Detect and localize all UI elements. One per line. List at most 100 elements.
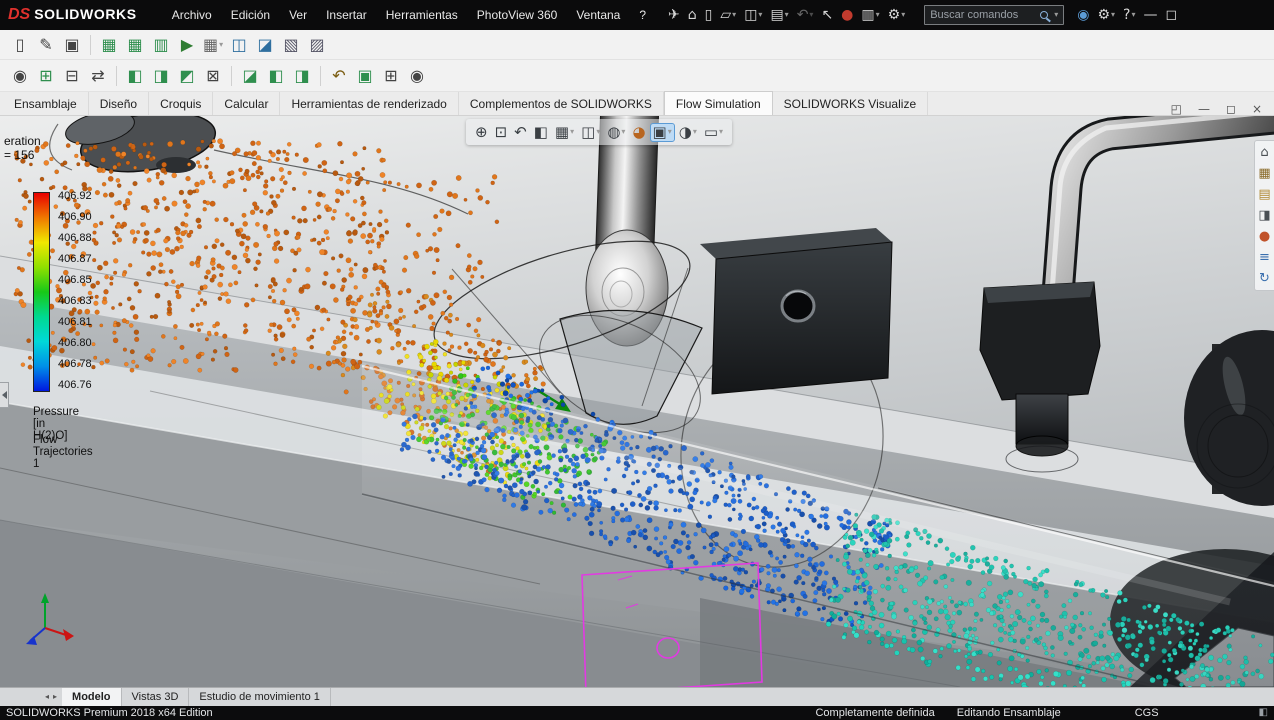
open-document-icon[interactable]: ▱ ▾ — [717, 6, 739, 24]
menu-photoview-360[interactable]: PhotoView 360 — [468, 4, 567, 26]
command-search[interactable]: Buscar comandos ▾ — [924, 5, 1065, 25]
task-home-icon[interactable]: ⌂ — [1260, 146, 1268, 159]
component-control-icon[interactable]: ◨ — [289, 63, 315, 88]
tab-calcular[interactable]: Calcular — [213, 92, 281, 115]
new-document-icon[interactable]: ▯ — [7, 32, 33, 57]
units-label[interactable]: CGS — [1135, 707, 1159, 719]
help-icon[interactable]: ? ▾ — [1120, 6, 1138, 24]
xy-plot-icon[interactable]: ▧ — [278, 32, 304, 57]
menu-herramientas[interactable]: Herramientas — [377, 4, 467, 26]
edit-appearance-icon[interactable]: ◕ — [630, 124, 647, 141]
tab-scroll-arrows[interactable]: ◂ ▸ — [40, 688, 62, 706]
select-icon[interactable]: ↖ — [818, 6, 836, 24]
run-solver-icon[interactable]: ▶ — [174, 32, 200, 57]
home-icon[interactable]: ⌂ — [685, 6, 700, 24]
tab-complementos-de-solidworks[interactable]: Complementos de SOLIDWORKS — [458, 92, 664, 115]
hide-show-items-icon[interactable]: ◍ ▾ — [605, 124, 627, 141]
flow-trajectories-icon[interactable]: ◪ — [252, 32, 278, 57]
file-explorer-icon[interactable]: ▤ — [1258, 188, 1270, 201]
previous-view-icon[interactable]: ↶ — [512, 124, 529, 141]
goals-icon[interactable]: ◪ — [237, 63, 263, 88]
display-settings-icon[interactable]: ▥ ▾ — [858, 6, 882, 24]
report-icon[interactable]: ▨ — [304, 32, 330, 57]
edit-sketch-icon[interactable]: ✎ — [33, 32, 59, 57]
menu-insertar[interactable]: Insertar — [317, 4, 376, 26]
standard-toolbar: ▯ ✎ ▣ ▦ ▦ ▥ ▶ ▦ ▾ ◫ ◪ ▧ ▨ — [0, 30, 1274, 60]
options-gear-icon[interactable]: ⚙ ▾ — [885, 6, 909, 24]
heat-source-icon[interactable]: ◩ — [174, 63, 200, 88]
surface-parameters-icon[interactable]: ▥ — [148, 32, 174, 57]
clone-project-icon[interactable]: ⊟ — [59, 63, 85, 88]
fan-condition-icon[interactable]: ◨ — [148, 63, 174, 88]
copy-icon[interactable]: ▣ — [59, 32, 85, 57]
collapse-panel-arrow-icon[interactable] — [0, 382, 9, 408]
print-icon[interactable]: ▤ ▾ — [767, 6, 791, 24]
main-menu: Archivo Edición Ver Insertar Herramientas Pho… — [163, 4, 655, 26]
display-monitor-icon[interactable]: ▭ ▾ — [702, 124, 725, 141]
maximize-window-icon[interactable]: ◻ — [1162, 6, 1180, 24]
design-library-icon[interactable]: ▦ — [1258, 167, 1270, 180]
forum-icon[interactable]: ↻ — [1259, 272, 1270, 285]
resources-icon[interactable]: ● — [838, 6, 856, 24]
appearances-icon[interactable]: ● — [1259, 230, 1270, 243]
mesh-icon[interactable]: ▦ ▾ — [200, 32, 226, 57]
apply-scene-icon[interactable]: ▣ ▾ — [649, 122, 675, 142]
doc-tab-modelo[interactable]: Modelo — [62, 688, 122, 706]
view-settings-icon[interactable]: ◑ ▾ — [677, 124, 699, 141]
insert-goals-icon[interactable]: ⊞ — [33, 63, 59, 88]
pin-menu-icon[interactable]: ✈ — [665, 6, 683, 24]
swap-configuration-icon[interactable]: ⇄ — [85, 63, 111, 88]
section-view-icon[interactable]: ◧ — [532, 124, 550, 141]
minimize-window-icon[interactable]: — — [1140, 6, 1160, 24]
simulation-info-icon[interactable]: ◉ — [7, 63, 33, 88]
menu-edici-n[interactable]: Edición — [222, 4, 279, 26]
save-icon[interactable]: ◫ ▾ — [741, 6, 765, 24]
cut-plot-icon[interactable]: ◫ — [226, 32, 252, 57]
new-document-icon[interactable]: ▯ — [702, 6, 716, 24]
menu-ventana[interactable]: Ventana — [567, 4, 629, 26]
tab-scroll-right-icon[interactable]: ▸ — [53, 693, 57, 701]
settings-gear-icon[interactable]: ⚙ ▾ — [1094, 6, 1118, 24]
menu-ver[interactable]: Ver — [280, 4, 316, 26]
zoom-to-area-icon[interactable]: ⊡ — [493, 124, 510, 141]
3d-viewport[interactable]: ⊕ ⊡ ↶ ◧ ▦ ▾ ◫ ▾ ◍ ▾ ◕ ▣ ▾ ◑ ▾ ▭ ▾ eration = 156 406.92 40… — [0, 116, 1274, 687]
system-toolbar: ◉ ⚙ ▾? ▾ — ◻ — [1074, 6, 1180, 24]
return-icon[interactable]: ↶ — [326, 63, 352, 88]
insert-box-icon[interactable]: ⊞ — [378, 63, 404, 88]
about-info-icon[interactable]: ◉ — [404, 63, 430, 88]
doc-tab-estudio-de-movimiento-1[interactable]: Estudio de movimiento 1 — [189, 688, 331, 706]
search-icon[interactable] — [1040, 11, 1049, 19]
restore-window-icon[interactable]: ◻ — [1226, 103, 1236, 115]
tab-ensamblaje[interactable]: Ensamblaje — [3, 92, 89, 115]
custom-properties-icon[interactable]: ≡ — [1259, 251, 1270, 264]
tab-croquis[interactable]: Croquis — [149, 92, 214, 115]
dropdown-caret-icon: ▾ — [784, 10, 789, 19]
search-caret-icon[interactable]: ▾ — [1054, 11, 1058, 19]
login-icon[interactable]: ◉ — [1074, 6, 1092, 24]
flow-simulation-scene[interactable] — [0, 116, 1274, 687]
delete-condition-icon[interactable]: ⊠ — [200, 63, 226, 88]
results-folder-icon[interactable]: ▣ — [352, 63, 378, 88]
zoom-to-fit-icon[interactable]: ⊕ — [473, 124, 490, 141]
view-palette-icon[interactable]: ◨ — [1258, 209, 1270, 222]
tab-solidworks-visualize[interactable]: SOLIDWORKS Visualize — [772, 92, 929, 115]
close-window-icon[interactable]: × — [1252, 103, 1262, 115]
view-orientation-icon[interactable]: ▦ ▾ — [553, 124, 576, 141]
tab-scroll-left-icon[interactable]: ◂ — [45, 693, 49, 701]
undock-window-icon[interactable]: ◰ — [1171, 103, 1182, 115]
status-bar: SOLIDWORKS Premium 2018 x64 Edition Comp… — [0, 706, 1274, 720]
menu-archivo[interactable]: Archivo — [163, 4, 221, 26]
tab-dise-o[interactable]: Diseño — [88, 92, 150, 115]
local-mesh-icon[interactable]: ◧ — [263, 63, 289, 88]
load-results-icon[interactable]: ▦ — [96, 32, 122, 57]
doc-tab-vistas-3d[interactable]: Vistas 3D — [122, 688, 190, 706]
tab-flow-simulation[interactable]: Flow Simulation — [663, 91, 773, 115]
menu-[interactable]: ? — [630, 4, 655, 26]
boundary-condition-icon[interactable]: ◧ — [122, 63, 148, 88]
display-style-icon[interactable]: ◫ ▾ — [579, 124, 602, 141]
minimize-window-icon[interactable]: — — [1198, 103, 1210, 115]
tab-herramientas-de-renderizado[interactable]: Herramientas de renderizado — [280, 92, 459, 115]
goal-plot-icon[interactable]: ▦ — [122, 32, 148, 57]
status-panel-icon[interactable]: ◧ — [1259, 708, 1268, 718]
undo-icon[interactable]: ↶ ▾ — [794, 6, 817, 24]
